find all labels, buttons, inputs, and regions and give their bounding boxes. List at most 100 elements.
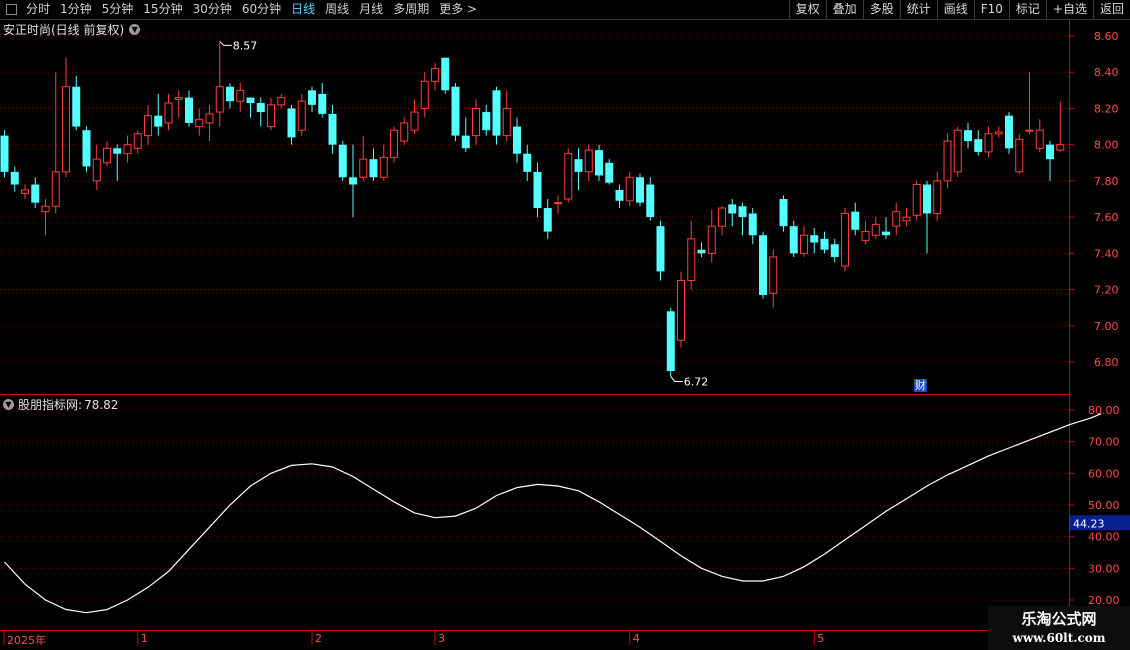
candle-body	[707, 225, 716, 254]
chevron-down-icon[interactable]: ▼	[3, 399, 14, 410]
price-tick-label: 6.80	[1094, 356, 1119, 369]
date-label: 4	[632, 632, 640, 645]
candle-body	[31, 184, 40, 203]
candle-body	[72, 86, 81, 127]
candle-body	[564, 153, 573, 200]
candle-body	[492, 90, 501, 136]
candle-body	[338, 144, 347, 178]
candle-body	[820, 238, 829, 250]
price-tick-label: 8.40	[1094, 66, 1119, 79]
high-marker-arrow	[219, 41, 232, 46]
candle-body	[420, 80, 429, 109]
date-label: 2	[315, 632, 322, 645]
date-label: 3	[438, 632, 445, 645]
candle-body	[574, 159, 583, 172]
indicator-separator: :	[78, 397, 83, 412]
price-tick-label: 7.80	[1094, 175, 1119, 188]
candle-body	[21, 189, 29, 195]
candle-body	[400, 122, 409, 142]
stock-title-text: 安正时尚(日线 前复权)	[3, 23, 125, 37]
candle-body	[738, 206, 747, 218]
candle-body	[687, 238, 696, 282]
candle-body	[1035, 129, 1044, 149]
candle-body	[482, 112, 491, 131]
candle-body	[82, 130, 91, 167]
candle-body	[800, 234, 808, 254]
candle-body	[953, 129, 962, 173]
candle-body	[174, 97, 183, 100]
candle-body	[933, 180, 942, 214]
indicator-line	[4, 413, 1102, 614]
candle-body	[92, 158, 101, 182]
candle-body	[215, 86, 224, 113]
high-price-label: 8.57	[233, 39, 258, 52]
low-marker-arrow	[670, 376, 683, 382]
candle-body	[195, 118, 204, 128]
indicator-tick-label: 60.00	[1088, 467, 1120, 480]
candle-body	[277, 97, 286, 106]
candle-body	[379, 156, 388, 178]
candle-body	[902, 216, 911, 222]
candle-body	[636, 177, 644, 203]
candle-body	[164, 102, 173, 124]
candle-body	[810, 235, 819, 243]
indicator-name: 股朋指标网	[18, 398, 79, 412]
indicator-value: 78.82	[84, 397, 119, 412]
low-price-label: 6.72	[684, 375, 709, 388]
candle-body	[871, 223, 880, 236]
candle-body	[359, 158, 368, 178]
candle-body	[748, 213, 757, 236]
candle-body	[144, 115, 152, 137]
candle-body	[113, 148, 122, 154]
price-tick-label: 7.40	[1094, 247, 1119, 260]
candle-body	[912, 184, 921, 216]
watermark-line1: 乐淘公式网	[1021, 610, 1097, 628]
candle-body	[656, 226, 665, 272]
candle-body	[943, 140, 952, 182]
date-label: 2025年	[7, 634, 46, 647]
price-tick-label: 7.00	[1094, 320, 1119, 333]
candle-body	[923, 184, 931, 214]
candle-body	[769, 256, 778, 294]
candle-body	[543, 208, 552, 232]
candle-body	[236, 89, 245, 102]
kline-chart: 8.60 8.40 8.20 8.00 7.80 7.60 7.40 7.20 7.00 6.80…	[0, 20, 1130, 650]
candle-body	[974, 139, 983, 152]
watermark: 乐淘公式网 www.60lt.com	[988, 606, 1130, 650]
watermark-line2: www.60lt.com	[1012, 631, 1106, 645]
candle-body	[431, 68, 439, 82]
candle-body	[410, 111, 419, 131]
candle-body	[154, 115, 163, 127]
candle-body	[533, 171, 542, 209]
candle-body	[369, 159, 378, 178]
candle-body	[1046, 144, 1054, 160]
indicator-tick-label: 70.00	[1088, 436, 1120, 449]
price-tick-label: 8.00	[1094, 139, 1119, 152]
candle-body	[441, 57, 450, 91]
candle-body	[287, 108, 296, 138]
candle-body	[666, 311, 675, 372]
candle-body	[1005, 115, 1013, 149]
candle-body	[451, 86, 460, 136]
finance-badge[interactable]: 财	[914, 379, 927, 392]
candle-body	[882, 231, 890, 236]
candle-body	[256, 103, 265, 113]
candle-body	[584, 149, 593, 173]
candle-body	[349, 177, 357, 185]
indicator-tick-label: 30.00	[1088, 562, 1120, 575]
price-tick-label: 8.60	[1094, 30, 1119, 43]
indicator-tick-label: 40.00	[1088, 531, 1120, 544]
candle-body	[523, 153, 532, 172]
indicator-tick-label: 80.00	[1088, 404, 1120, 417]
candle-body	[1025, 129, 1034, 132]
candle-body	[0, 135, 9, 172]
chevron-down-icon[interactable]: ▼	[129, 24, 141, 35]
candle-body	[759, 235, 767, 295]
price-tick-label: 7.60	[1094, 211, 1119, 224]
candle-body	[697, 249, 706, 254]
candle-body	[10, 171, 19, 185]
candle-body	[123, 144, 132, 155]
candle-body	[964, 130, 972, 142]
candle-body	[615, 189, 624, 201]
candle-body	[62, 86, 70, 173]
